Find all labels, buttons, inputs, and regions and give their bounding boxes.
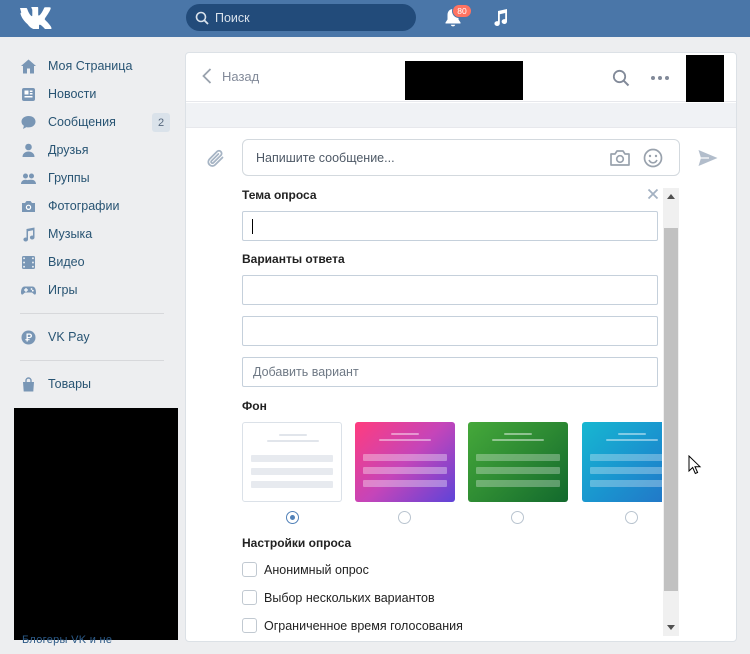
search-placeholder: Поиск [215, 10, 250, 25]
redacted-block [14, 408, 178, 640]
background-radio-white[interactable] [286, 511, 299, 524]
camera-icon[interactable] [609, 148, 631, 168]
emoji-icon[interactable] [642, 147, 664, 169]
search-input[interactable]: Поиск [186, 4, 416, 31]
scroll-up-arrow[interactable] [667, 194, 675, 199]
sidebar-item-friends[interactable]: Друзья [14, 136, 170, 164]
sidebar-item-news[interactable]: Новости [14, 80, 170, 108]
poll-settings-heading: Настройки опроса [242, 536, 352, 550]
checkbox-label: Анонимный опрос [264, 562, 369, 577]
top-bar: Поиск 80 [0, 0, 750, 37]
background-radio-blue[interactable] [625, 511, 638, 524]
vk-logo-icon[interactable] [20, 7, 56, 29]
sidebar-divider [20, 313, 164, 314]
poll-options-heading: Варианты ответа [242, 252, 345, 266]
sidebar-item-my-page[interactable]: Моя Страница [14, 52, 170, 80]
poll-background-heading: Фон [242, 399, 267, 413]
chat-header: Назад [186, 53, 736, 102]
sidebar-item-label: Новости [48, 87, 97, 101]
bag-icon [23, 376, 34, 391]
checkbox-box[interactable] [242, 590, 257, 605]
sidebar-item-label: Музыка [48, 227, 93, 241]
multiple-choice-checkbox[interactable]: Выбор нескольких вариантов [242, 590, 435, 605]
sidebar-item-video[interactable]: Видео [14, 248, 170, 276]
poll-option-input-1[interactable] [242, 275, 658, 305]
back-button[interactable]: Назад [202, 68, 259, 84]
vkpay-icon [21, 330, 36, 344]
paperclip-icon[interactable] [206, 148, 226, 170]
checkbox-label: Ограниченное время голосования [264, 618, 463, 633]
sidebar-item-label: VK Pay [48, 330, 90, 344]
more-icon[interactable] [650, 69, 670, 87]
scrollbar-thumb[interactable] [664, 228, 678, 591]
sidebar-item-label: Игры [48, 283, 78, 297]
sidebar-item-label: Моя Страница [48, 59, 133, 73]
background-option-blue[interactable] [582, 422, 662, 502]
redacted-chat-title [405, 61, 523, 100]
chevron-left-icon [202, 68, 212, 84]
sidebar-item-groups[interactable]: Группы [14, 164, 170, 192]
friend-icon [22, 143, 35, 157]
back-label: Назад [222, 68, 260, 84]
sidebar-item-label: Друзья [48, 143, 89, 157]
gamepad-icon [21, 286, 36, 295]
messages-icon [21, 115, 36, 129]
background-option-green[interactable] [468, 422, 568, 502]
time-limit-checkbox[interactable]: Ограниченное время голосования [242, 618, 463, 633]
notifications-badge: 80 [452, 4, 472, 18]
close-icon[interactable] [646, 187, 660, 201]
background-option-pink-purple[interactable] [355, 422, 455, 502]
poll-topic-input[interactable] [242, 211, 658, 241]
background-radio-pink-purple[interactable] [398, 511, 411, 524]
groups-icon [21, 173, 36, 184]
scroll-down-arrow[interactable] [667, 625, 675, 630]
checkbox-label: Выбор нескольких вариантов [264, 590, 435, 605]
search-icon[interactable] [612, 69, 630, 87]
send-icon[interactable] [697, 148, 719, 168]
sidebar-divider [20, 360, 164, 361]
sidebar-item-label: Фотографии [48, 199, 120, 213]
music-icon [23, 227, 35, 241]
sidebar-item-label: Сообщения [48, 115, 116, 129]
sidebar-item-messages[interactable]: Сообщения 2 [14, 108, 170, 136]
add-option-placeholder: Добавить вариант [253, 365, 359, 379]
background-radio-green[interactable] [511, 511, 524, 524]
sidebar-item-label: Видео [48, 255, 85, 269]
sidebar-item-label: Группы [48, 171, 90, 185]
anonymous-poll-checkbox[interactable]: Анонимный опрос [242, 562, 369, 577]
home-icon [21, 59, 36, 73]
music-icon[interactable] [491, 8, 509, 28]
camera-icon [22, 200, 35, 212]
message-placeholder: Напишите сообщение... [256, 150, 395, 165]
sidebar-item-games[interactable]: Игры [14, 276, 170, 304]
add-option-input[interactable]: Добавить вариант [242, 357, 658, 387]
redacted-avatar [686, 55, 724, 102]
sidebar-item-photos[interactable]: Фотографии [14, 192, 170, 220]
chat-panel: Назад Напишите сообщение... Тема опроса … [185, 52, 737, 642]
checkbox-box[interactable] [242, 618, 257, 633]
poll-topic-heading: Тема опроса [242, 188, 317, 202]
search-icon [195, 11, 209, 25]
sidebar-item-music[interactable]: Музыка [14, 220, 170, 248]
messages-count-badge: 2 [152, 113, 170, 132]
sidebar-item-goods[interactable]: Товары [14, 370, 170, 398]
news-icon [22, 87, 35, 101]
chat-history-strip [186, 103, 736, 128]
truncated-sidebar-text[interactable]: Блогеры VK и не [22, 634, 122, 646]
mouse-cursor-icon [688, 455, 702, 475]
poll-option-input-2[interactable] [242, 316, 658, 346]
poll-scrollbar[interactable] [663, 188, 679, 636]
checkbox-box[interactable] [242, 562, 257, 577]
sidebar-item-vkpay[interactable]: VK Pay [14, 323, 170, 351]
sidebar-item-label: Товары [48, 377, 91, 391]
poll-form: Тема опроса Варианты ответа Добавить вар… [242, 187, 662, 637]
sidebar: Моя Страница Новости Сообщения 2 Друзья … [14, 52, 170, 398]
background-option-white[interactable] [242, 422, 342, 502]
video-icon [22, 255, 35, 269]
